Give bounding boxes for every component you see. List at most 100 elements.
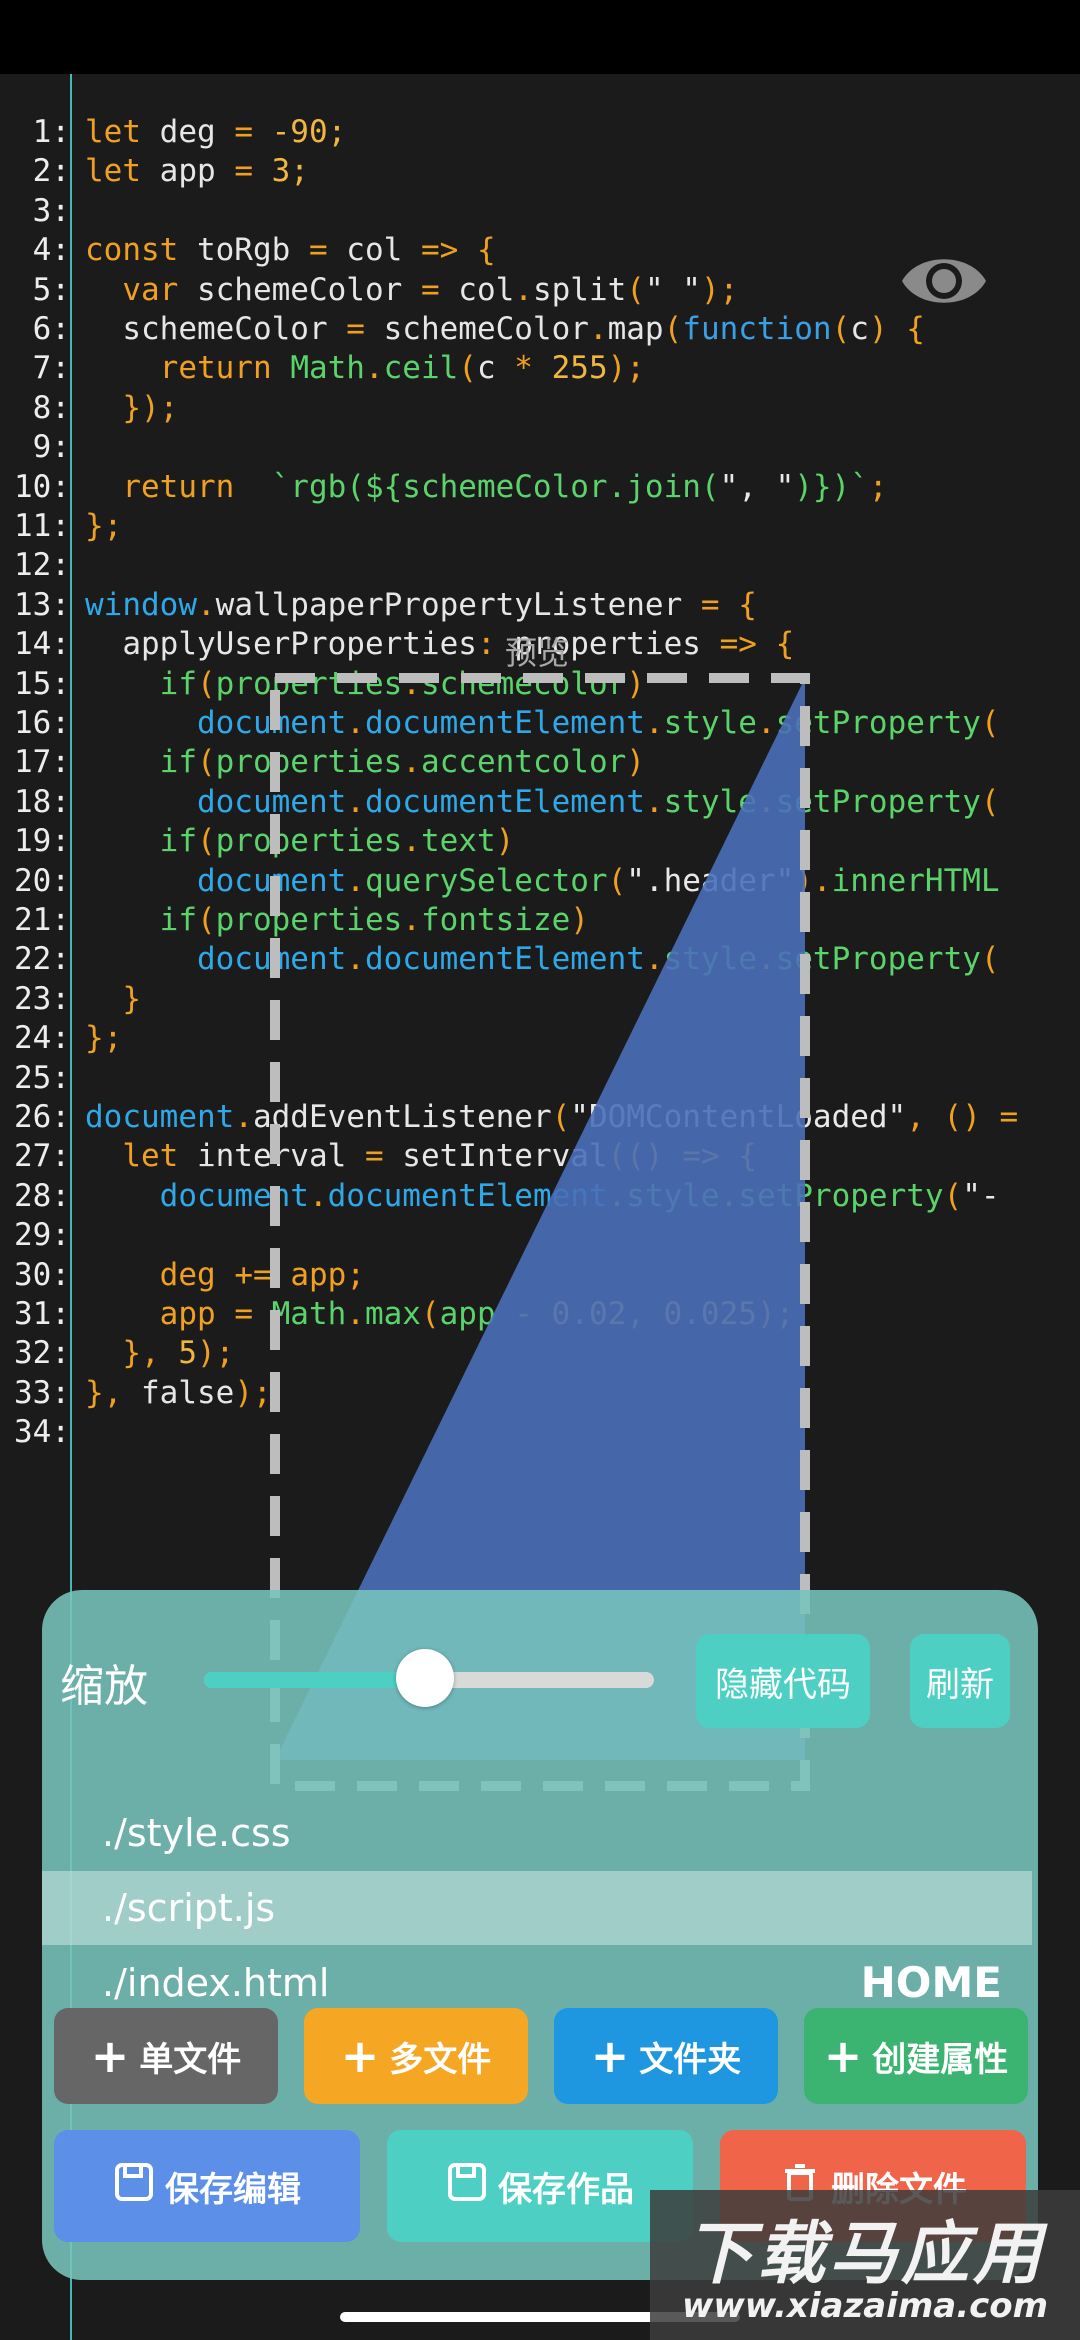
line-number: 20: <box>14 862 70 899</box>
code-line[interactable]: 27: let interval = setInterval(() => { <box>0 1136 1080 1176</box>
line-number: 27: <box>14 1138 70 1175</box>
code-text: window.wallpaperPropertyListener = { <box>85 586 757 623</box>
line-number: 25: <box>14 1059 70 1096</box>
code-line[interactable]: 22: document.documentElement.style.setPr… <box>0 939 1080 979</box>
code-text: let app = 3; <box>85 153 309 190</box>
line-number: 1: <box>32 114 70 150</box>
line-number: 14: <box>14 626 70 663</box>
file-name: ./style.css <box>102 1811 291 1855</box>
code-text: if(properties.accentcolor) <box>159 744 645 781</box>
create-button[interactable]: + 文件夹 <box>554 2008 778 2104</box>
create-button[interactable]: + 创建属性 <box>804 2008 1028 2104</box>
watermark-title: 下载马应用 <box>684 2215 1045 2294</box>
button-label: 创建属性 <box>872 2039 1009 2080</box>
save-icon <box>446 2161 488 2212</box>
line-number: 22: <box>14 941 70 978</box>
line-number: 2: <box>32 153 70 190</box>
line-number: 11: <box>14 508 70 544</box>
refresh-button[interactable]: 刷新 <box>910 1634 1010 1728</box>
code-text: }); <box>85 389 179 426</box>
line-number: 19: <box>14 823 70 860</box>
code-line[interactable]: 34: <box>0 1412 1080 1452</box>
code-line[interactable]: 28: document.documentElement.style.setPr… <box>0 1176 1080 1216</box>
code-text: } <box>85 980 141 1017</box>
code-text: document.documentElement.style.setProper… <box>196 783 1000 820</box>
line-number: 10: <box>14 468 70 505</box>
code-line[interactable]: 26: document.addEventListener("DOMContent… <box>0 1097 1080 1137</box>
code-text: let interval = setInterval(() => { <box>122 1138 757 1175</box>
line-number: 26: <box>14 1099 70 1135</box>
save-button[interactable]: 保存作品 <box>387 2130 693 2242</box>
status-bar <box>0 0 1080 74</box>
code-line[interactable]: 13: window.wallpaperPropertyListener = { <box>0 585 1080 625</box>
line-number: 16: <box>14 705 70 741</box>
code-line[interactable]: 20: document.querySelector(".header").in… <box>0 861 1080 901</box>
line-number: 21: <box>14 902 70 938</box>
line-number: 17: <box>14 744 70 781</box>
plus-icon: + <box>590 2029 630 2083</box>
preview-label: 预览 <box>505 634 570 672</box>
file-name: ./script.js <box>102 1886 276 1930</box>
code-line[interactable]: 32: }, 5); <box>0 1333 1080 1373</box>
file-list-item[interactable]: ./script.js <box>42 1871 1032 1945</box>
line-number: 29: <box>14 1217 70 1254</box>
code-line[interactable]: 3: <box>0 191 1080 231</box>
line-number: 13: <box>14 586 70 623</box>
line-number: 33: <box>14 1374 70 1411</box>
code-line[interactable]: 18: document.documentElement.style.setPr… <box>0 782 1080 822</box>
code-line[interactable]: 12: <box>0 545 1080 585</box>
code-line[interactable]: 24:}; <box>0 1018 1080 1058</box>
line-number: 6: <box>32 311 70 347</box>
code-line[interactable]: 11:}; <box>0 506 1080 546</box>
code-text: }; <box>85 1020 123 1057</box>
zoom-slider-thumb[interactable] <box>395 1649 454 1707</box>
line-number: 23: <box>14 980 70 1017</box>
code-text: document.documentElement.style.setProper… <box>196 705 1000 741</box>
code-text: const toRgb = col => { <box>85 232 496 269</box>
code-line[interactable]: 9: <box>0 427 1080 467</box>
plus-icon: + <box>90 2029 130 2083</box>
code-text: }; <box>85 508 123 544</box>
line-number: 12: <box>14 547 70 584</box>
code-line[interactable]: 23: } <box>0 979 1080 1019</box>
watermark-url: www.xiazaima.com <box>681 2286 1049 2326</box>
code-line[interactable]: 10: return `rgb(${schemeColor.join(", ")… <box>0 467 1080 507</box>
line-number: 18: <box>14 783 70 820</box>
file-list-item[interactable]: ./style.css <box>42 1796 1032 1870</box>
button-label: 保存编辑 <box>165 2169 301 2210</box>
line-number: 15: <box>14 665 70 702</box>
create-button[interactable]: + 多文件 <box>304 2008 528 2104</box>
code-line[interactable]: 21: if(properties.fontsize) <box>0 900 1080 940</box>
code-line[interactable]: 31: app = Math.max(app - 0.02, 0.025); <box>0 1294 1080 1334</box>
line-number: 24: <box>14 1020 70 1057</box>
button-label: 单文件 <box>139 2039 242 2080</box>
code-text: document.documentElement.style.setProper… <box>159 1177 1000 1214</box>
code-line[interactable]: 16: document.documentElement.style.setPr… <box>0 703 1080 743</box>
code-line[interactable]: 30: deg += app; <box>0 1255 1080 1295</box>
code-line[interactable]: 7: return Math.ceil(c * 255); <box>0 348 1080 388</box>
save-button[interactable]: 保存编辑 <box>54 2130 360 2242</box>
save-icon <box>113 2161 155 2212</box>
code-line[interactable]: 33:}, false); <box>0 1373 1080 1413</box>
code-text: deg += app; <box>159 1256 365 1293</box>
code-text: var schemeColor = col.split(" "); <box>122 271 739 308</box>
code-line[interactable]: 25: <box>0 1058 1080 1098</box>
code-line[interactable]: 17: if(properties.accentcolor) <box>0 742 1080 782</box>
code-line[interactable]: 2: let app = 3; <box>0 151 1080 191</box>
plus-icon: + <box>340 2029 380 2083</box>
line-number: 30: <box>14 1256 70 1293</box>
line-number: 32: <box>14 1335 70 1372</box>
code-line[interactable]: 19: if(properties.text) <box>0 821 1080 861</box>
code-line[interactable]: 8: }); <box>0 388 1080 428</box>
code-text: schemeColor = schemeColor.map(function(c… <box>85 311 925 347</box>
code-line[interactable]: 1: let deg = -90; <box>0 112 1080 152</box>
create-button[interactable]: + 单文件 <box>54 2008 278 2104</box>
line-number: 9: <box>32 429 70 466</box>
code-text: document.querySelector(".header").innerH… <box>196 862 1000 899</box>
button-label: 保存作品 <box>498 2169 634 2210</box>
hide-code-button[interactable]: 隐藏代码 <box>696 1634 870 1728</box>
code-line[interactable]: 29: <box>0 1215 1080 1255</box>
eye-icon[interactable] <box>898 246 990 316</box>
code-text: if(properties.fontsize) <box>159 902 589 938</box>
button-label: 多文件 <box>389 2039 492 2080</box>
